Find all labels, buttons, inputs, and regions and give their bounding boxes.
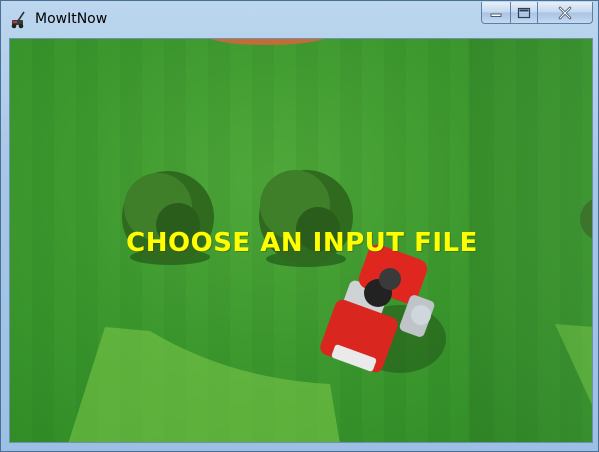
close-button[interactable] — [537, 2, 593, 24]
minimize-icon — [490, 13, 502, 17]
app-window: MowItNow CHOOSE AN INPUT FILE — [0, 0, 599, 452]
maximize-icon — [517, 7, 531, 18]
minimize-button[interactable] — [481, 2, 510, 24]
title-bar[interactable]: MowItNow — [1, 1, 598, 38]
close-icon — [558, 6, 572, 19]
maximize-button[interactable] — [510, 2, 537, 24]
lawn-mower-icon — [11, 11, 25, 29]
main-panel[interactable]: CHOOSE AN INPUT FILE — [9, 38, 593, 443]
window-title: MowItNow — [35, 11, 108, 27]
choose-input-file-prompt[interactable]: CHOOSE AN INPUT FILE — [10, 228, 592, 258]
window-controls — [481, 2, 593, 24]
